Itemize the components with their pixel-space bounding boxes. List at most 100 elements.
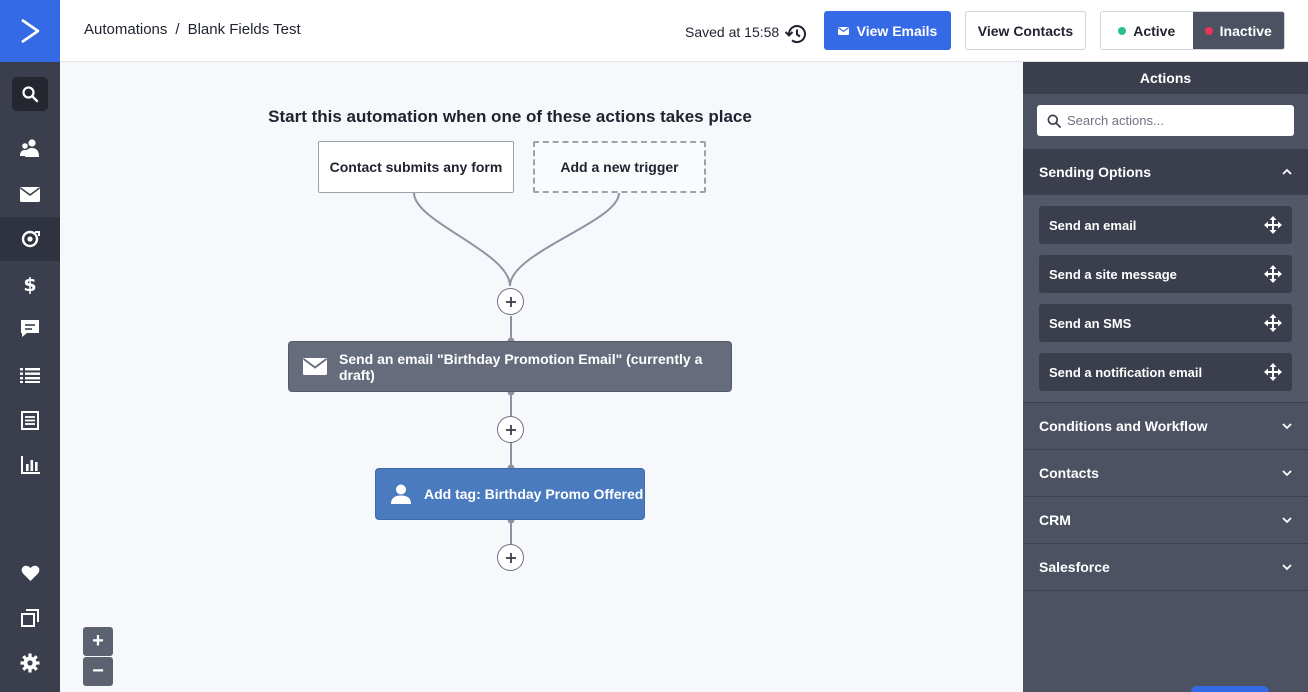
nav-automations[interactable] — [0, 217, 60, 261]
view-emails-button[interactable]: View Emails — [824, 11, 951, 50]
view-contacts-button[interactable]: View Contacts — [965, 11, 1086, 50]
inactive-dot-icon — [1204, 26, 1213, 35]
section-contacts[interactable]: Contacts — [1023, 450, 1308, 497]
action-label: Send an email — [1049, 217, 1137, 233]
action-label: Send an SMS — [1049, 315, 1132, 331]
section-label: Conditions and Workflow — [1039, 418, 1208, 434]
drag-move-icon[interactable] — [1264, 314, 1282, 332]
help-chat-button[interactable] — [1191, 686, 1269, 692]
status-inactive-label: Inactive — [1219, 22, 1272, 39]
plus-icon — [505, 424, 516, 435]
add-step-button[interactable] — [497, 544, 524, 571]
status-toggle: Active Inactive — [1100, 11, 1285, 50]
nav-campaigns[interactable] — [0, 172, 60, 216]
search-icon — [1047, 114, 1061, 128]
section-label: Sending Options — [1039, 163, 1151, 180]
chevron-down-icon — [1282, 469, 1292, 476]
lists-icon — [20, 368, 40, 383]
logo[interactable] — [0, 0, 60, 62]
nav-search[interactable] — [0, 72, 60, 116]
view-contacts-label: View Contacts — [977, 22, 1074, 39]
breadcrumb-separator: / — [175, 21, 180, 38]
action-search-input[interactable] — [1067, 113, 1277, 128]
envelope-icon — [303, 358, 327, 375]
section-conditions-workflow[interactable]: Conditions and Workflow — [1023, 403, 1308, 450]
add-step-button[interactable] — [497, 288, 524, 315]
view-emails-label: View Emails — [856, 22, 938, 39]
logo-chevron-icon — [21, 18, 40, 44]
action-send-site-message[interactable]: Send a site message — [1039, 255, 1292, 293]
deals-icon: $ — [23, 274, 36, 295]
nav-apps[interactable] — [0, 596, 60, 640]
plus-icon — [505, 296, 516, 307]
nav-favorites[interactable] — [0, 551, 60, 595]
action-label: Send a notification email — [1049, 364, 1203, 380]
chevron-down-icon — [1282, 516, 1292, 523]
action-send-notification-email[interactable]: Send a notification email — [1039, 353, 1292, 391]
conversations-icon — [21, 319, 39, 337]
nav-settings[interactable] — [0, 641, 60, 685]
heart-icon — [21, 565, 39, 581]
section-label: Contacts — [1039, 465, 1099, 481]
sending-options-list: Send an email Send a site message Send a… — [1023, 195, 1308, 403]
nav-deals[interactable]: $ — [0, 262, 60, 306]
contacts-icon — [20, 139, 39, 157]
section-salesforce[interactable]: Salesforce — [1023, 544, 1308, 591]
step-send-email[interactable]: Send an email "Birthday Promotion Email"… — [288, 341, 732, 392]
start-heading: Start this automation when one of these … — [268, 107, 752, 126]
nav-reports[interactable] — [0, 443, 60, 487]
left-nav: $ — [0, 0, 60, 692]
trigger-label: Add a new trigger — [560, 159, 679, 175]
section-crm[interactable]: CRM — [1023, 497, 1308, 544]
status-active-option[interactable]: Active — [1101, 12, 1193, 49]
zoom-out-button[interactable]: − — [83, 657, 113, 686]
active-dot-icon — [1118, 26, 1127, 35]
settings-icon — [20, 653, 40, 673]
section-label: Salesforce — [1039, 559, 1110, 575]
breadcrumb-current: Blank Fields Test — [187, 21, 301, 38]
apps-icon — [21, 609, 39, 627]
search-icon — [22, 86, 39, 103]
nav-lists[interactable] — [0, 353, 60, 397]
add-new-trigger-button[interactable]: Add a new trigger — [533, 141, 706, 193]
history-icon — [784, 25, 806, 44]
automations-icon — [21, 230, 40, 248]
nav-contacts[interactable] — [0, 126, 60, 170]
nav-conversations[interactable] — [0, 306, 60, 350]
user-icon — [390, 483, 412, 505]
status-inactive-option[interactable]: Inactive — [1192, 12, 1284, 49]
actions-panel: Actions Sending Options Send an email Se… — [1023, 62, 1308, 692]
status-active-label: Active — [1133, 22, 1176, 39]
drag-move-icon[interactable] — [1264, 265, 1282, 283]
add-step-button[interactable] — [497, 416, 524, 443]
campaigns-icon — [20, 186, 40, 202]
section-label: CRM — [1039, 512, 1071, 528]
step-add-tag[interactable]: Add tag: Birthday Promo Offered — [375, 468, 645, 520]
top-header: Automations / Blank Fields Test Saved at… — [60, 0, 1308, 62]
nav-forms[interactable] — [0, 398, 60, 442]
action-search-box — [1037, 105, 1294, 136]
breadcrumb: Automations / Blank Fields Test — [84, 21, 301, 38]
trigger-contact-submits-form[interactable]: Contact submits any form — [318, 141, 514, 193]
step-label: Send an email "Birthday Promotion Email"… — [339, 350, 703, 383]
svg-text:$: $ — [23, 274, 36, 295]
reports-icon — [20, 456, 40, 474]
drag-move-icon[interactable] — [1264, 363, 1282, 381]
actions-panel-title: Actions — [1023, 62, 1308, 94]
history-button[interactable] — [784, 24, 807, 49]
chevron-up-icon — [1282, 168, 1292, 175]
action-label: Send a site message — [1049, 266, 1177, 282]
chevron-down-icon — [1282, 563, 1292, 570]
plus-icon — [505, 552, 516, 563]
chevron-down-icon — [1282, 422, 1292, 429]
action-send-email[interactable]: Send an email — [1039, 206, 1292, 244]
breadcrumb-automations-link[interactable]: Automations — [84, 21, 167, 38]
search-box — [12, 77, 48, 111]
automation-canvas[interactable]: Start this automation when one of these … — [60, 62, 1023, 692]
action-send-sms[interactable]: Send an SMS — [1039, 304, 1292, 342]
saved-status: Saved at 15:58 — [685, 24, 780, 40]
section-sending-options[interactable]: Sending Options — [1023, 149, 1308, 195]
forms-icon — [21, 410, 39, 430]
zoom-in-button[interactable]: + — [83, 627, 113, 656]
drag-move-icon[interactable] — [1264, 216, 1282, 234]
